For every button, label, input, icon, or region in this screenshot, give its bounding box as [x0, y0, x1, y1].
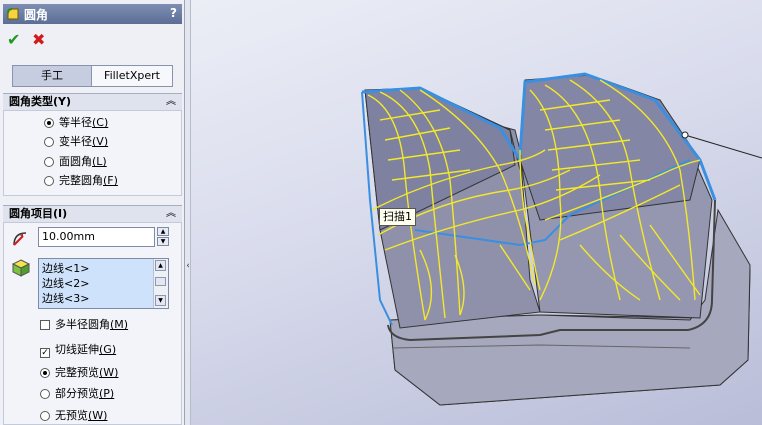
fillet-feature-icon [7, 8, 19, 20]
checkbox-multi-radius[interactable]: 多半径圆角(M) [40, 317, 128, 333]
scroll-down-icon[interactable]: ▼ [155, 295, 166, 306]
fillet-type-header[interactable]: 圆角类型(Y) ︽ [3, 93, 182, 110]
model-3d-view[interactable] [191, 0, 762, 425]
radio-button-icon [40, 389, 50, 399]
fillet-items-header[interactable]: 圆角项目(I) ︽ [3, 205, 182, 222]
feature-tooltip: 扫描1 [379, 208, 416, 226]
scroll-up-icon[interactable]: ▲ [155, 260, 166, 271]
edge-list[interactable]: 边线<1> 边线<2> 边线<3> ▲ ▼ [38, 258, 169, 309]
radius-spinner[interactable]: ▲ ▼ [157, 227, 169, 247]
collapse-icon[interactable]: ︽ [166, 206, 176, 222]
radius-input[interactable]: 10.00mm [38, 227, 155, 247]
panel-title: 圆角 [24, 8, 49, 22]
radio-full-round-fillet[interactable]: 完整圆角(F) [44, 173, 118, 189]
graphics-area[interactable]: 扫描1 [191, 0, 762, 425]
spin-up-icon[interactable]: ▲ [157, 227, 169, 236]
radio-button-icon [40, 368, 50, 378]
tab-filletxpert[interactable]: FilletXpert [92, 66, 172, 86]
radio-button-icon [44, 118, 54, 128]
property-manager-panel: 圆角 ? ✔ ✖ 手工 FilletXpert 圆角类型(Y) ︽ 等半径(C)… [0, 0, 185, 425]
radio-constant-radius[interactable]: 等半径(C) [44, 115, 108, 131]
checkbox-tangent-propagation[interactable]: ✓ 切线延伸(G) [40, 342, 116, 358]
mode-tabs: 手工 FilletXpert [12, 65, 173, 87]
radio-button-icon [40, 411, 50, 421]
radius-icon [13, 232, 27, 246]
list-item[interactable]: 边线<1> [42, 261, 89, 276]
radio-variable-radius[interactable]: 变半径(V) [44, 134, 108, 150]
checkbox-checked-icon: ✓ [40, 348, 50, 358]
radio-button-icon [44, 137, 54, 147]
cancel-button[interactable]: ✖ [32, 30, 45, 49]
help-button[interactable]: ? [170, 6, 177, 20]
list-scrollbar[interactable]: ▲ ▼ [153, 259, 168, 308]
radio-partial-preview[interactable]: 部分预览(P) [40, 386, 114, 402]
spin-down-icon[interactable]: ▼ [157, 237, 169, 246]
fillet-items-title: 圆角项目(I) [9, 207, 68, 220]
radio-button-icon [44, 157, 54, 167]
radio-face-fillet[interactable]: 面圆角(L) [44, 154, 107, 170]
fillet-type-group: 等半径(C) 变半径(V) 面圆角(L) 完整圆角(F) [3, 110, 182, 196]
radio-no-preview[interactable]: 无预览(W) [40, 408, 107, 424]
fillet-type-title: 圆角类型(Y) [9, 95, 72, 108]
scroll-thumb[interactable] [155, 277, 166, 286]
edge-selection-icon [11, 259, 31, 277]
radio-full-preview[interactable]: 完整预览(W) [40, 365, 118, 381]
collapse-icon[interactable]: ︽ [166, 94, 176, 110]
list-item[interactable]: 边线<3> [42, 291, 89, 306]
checkbox-icon [40, 320, 50, 330]
radio-button-icon [44, 176, 54, 186]
ok-button[interactable]: ✔ [7, 30, 20, 49]
tab-manual[interactable]: 手工 [13, 66, 92, 86]
panel-titlebar: 圆角 ? [3, 4, 182, 24]
list-item[interactable]: 边线<2> [42, 276, 89, 291]
